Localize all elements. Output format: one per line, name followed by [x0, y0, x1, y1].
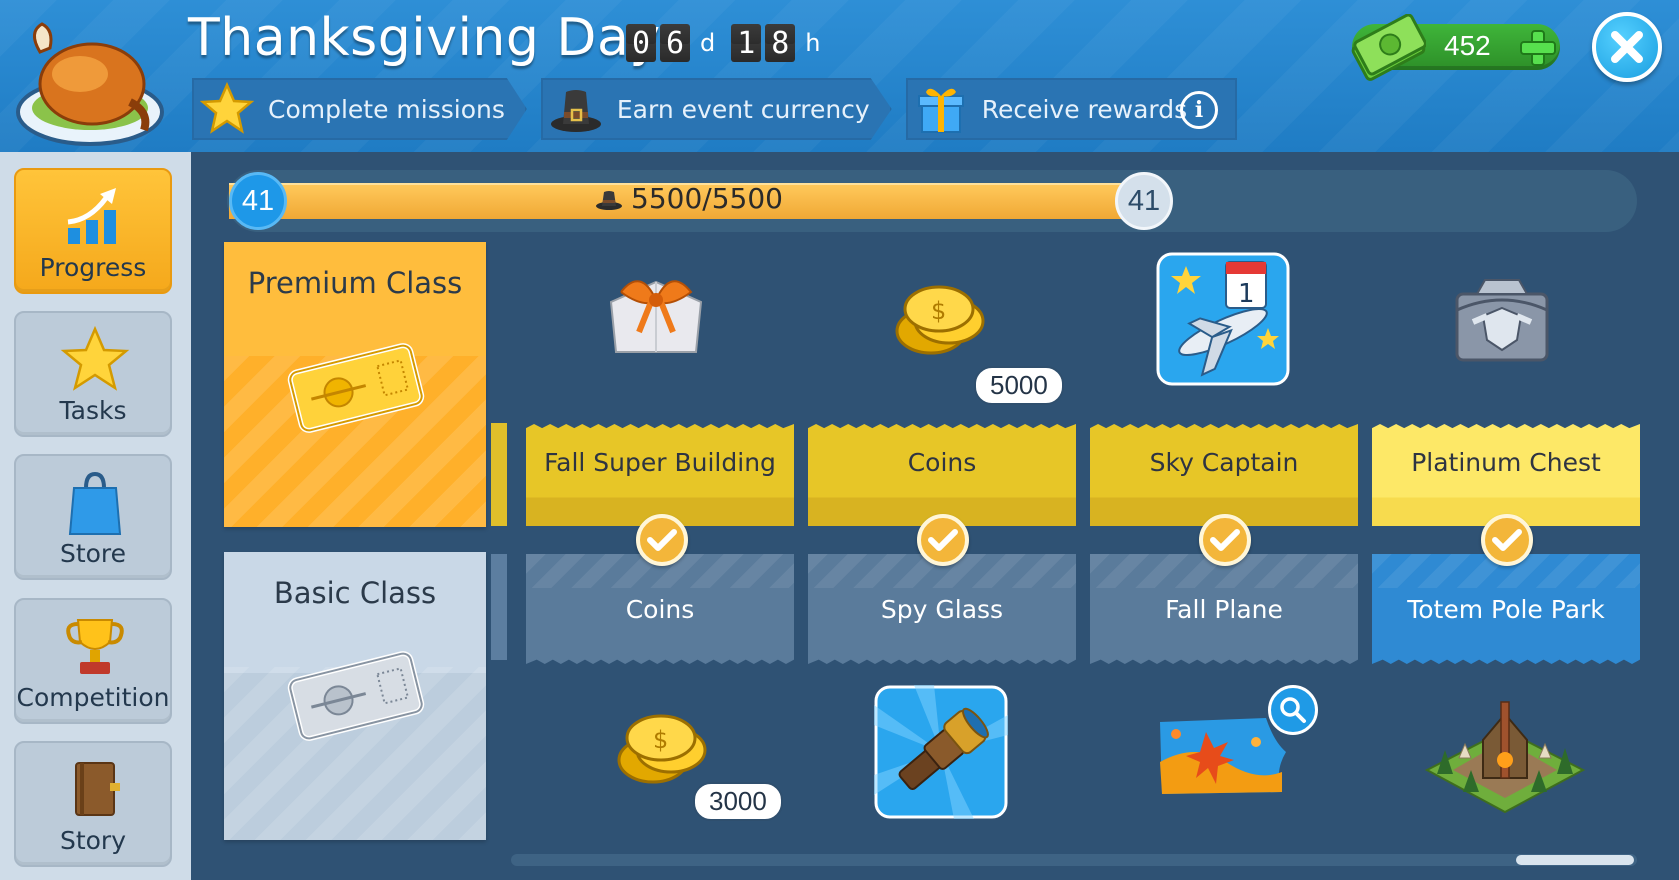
event-countdown-timer: 0 6 d 1 8 h — [626, 24, 832, 62]
step-label: Complete missions — [268, 94, 505, 124]
event-title: Thanksgiving Day — [188, 8, 661, 68]
current-level-badge: 41 — [229, 172, 287, 230]
sidebar-item-label: Progress — [39, 253, 147, 282]
platinum-chest-icon[interactable] — [1451, 270, 1553, 366]
sidebar-item-story[interactable]: Story — [14, 741, 172, 867]
previous-premium-tile-edge — [491, 423, 507, 526]
info-button[interactable]: i — [1180, 91, 1218, 129]
claimed-check-icon — [1481, 514, 1533, 566]
gold-ticket-icon — [287, 343, 425, 433]
next-level-badge: 41 — [1115, 172, 1173, 230]
basic-reward-label: Spy Glass — [808, 554, 1076, 664]
spyglass-icon[interactable] — [874, 685, 1008, 819]
pilgrim-hat-icon — [596, 190, 622, 210]
sidebar-item-competition[interactable]: Competition — [14, 598, 172, 724]
svg-text:$: $ — [931, 297, 946, 325]
timer-digit: 6 — [660, 24, 690, 62]
sidebar-item-label: Tasks — [59, 396, 127, 425]
basic-class-card[interactable]: Basic Class — [224, 552, 486, 840]
sidebar-item-label: Competition — [16, 683, 170, 712]
sidebar: Progress Tasks Store Competition Story — [0, 152, 191, 880]
fall-super-building-icon[interactable] — [601, 262, 711, 362]
horizontal-scrollbar-track[interactable] — [511, 854, 1637, 866]
claimed-check-icon — [917, 514, 969, 566]
step-earn-event-currency: Earn event currency — [540, 78, 892, 140]
totem-pole-park-icon[interactable] — [1423, 700, 1587, 818]
claimed-check-icon — [636, 514, 688, 566]
sidebar-item-label: Store — [59, 539, 127, 568]
horizontal-scrollbar-thumb[interactable] — [1516, 855, 1634, 865]
progress-chart-icon — [67, 188, 116, 244]
timer-digit: 1 — [731, 24, 762, 62]
premium-class-card[interactable]: Premium Class — [224, 242, 486, 527]
timer-digit: 0 — [626, 24, 656, 62]
timer-hours-unit: h — [805, 29, 821, 57]
claimed-check-icon — [1199, 514, 1251, 566]
svg-text:$: $ — [653, 726, 668, 754]
roast-turkey-icon — [16, 22, 164, 146]
book-icon — [75, 762, 120, 816]
cash-icon — [1351, 14, 1426, 81]
silver-ticket-icon — [287, 651, 425, 741]
basic-reward-label: Totem Pole Park — [1372, 554, 1640, 664]
fall-plane-skin-icon[interactable] — [1156, 712, 1290, 798]
coins-icon[interactable]: $ — [613, 710, 713, 790]
reward-track-panel: 41 41 5500/5500 Premium Class Basic Clas… — [191, 152, 1679, 880]
premium-reward-label: Platinum Chest — [1372, 424, 1640, 526]
event-steps: Complete missions Earn event currency Re… — [192, 78, 1251, 140]
gift-icon — [917, 88, 964, 133]
search-icon — [1280, 697, 1306, 723]
star-icon — [60, 325, 130, 391]
coins-icon[interactable]: $ — [891, 280, 991, 362]
premium-class-title: Premium Class — [247, 266, 463, 300]
shopping-bag-icon — [68, 471, 122, 535]
basic-reward-label: Fall Plane — [1090, 554, 1358, 664]
timer-digit: 8 — [765, 24, 796, 62]
reward-quantity-badge: 5000 — [974, 366, 1064, 405]
basic-class-title: Basic Class — [273, 576, 437, 610]
currency-value: 452 — [1444, 30, 1491, 61]
sky-captain-plane-icon[interactable]: 1 — [1156, 252, 1290, 386]
basic-reward-label: Coins — [526, 554, 794, 664]
sidebar-item-progress[interactable]: Progress — [14, 168, 172, 294]
progress-points-text: 5500/5500 — [631, 182, 783, 215]
sidebar-item-tasks[interactable]: Tasks — [14, 311, 172, 437]
preview-magnify-button[interactable] — [1268, 685, 1318, 735]
sidebar-item-store[interactable]: Store — [14, 454, 172, 580]
premium-reward-label: Coins — [808, 424, 1076, 526]
premium-reward-label: Sky Captain — [1090, 424, 1358, 526]
step-label: Earn event currency — [616, 94, 870, 124]
premium-reward-label: Fall Super Building — [526, 424, 794, 526]
event-header: Thanksgiving Day 0 6 d 1 8 h Complete mi… — [0, 0, 1679, 152]
trophy-icon — [66, 619, 124, 674]
progress-points: 5500/5500 — [595, 182, 783, 215]
pilgrim-hat-icon — [550, 90, 601, 132]
close-button[interactable] — [1592, 12, 1662, 82]
add-currency-button[interactable] — [1518, 28, 1558, 68]
step-label: Receive rewards — [981, 94, 1188, 124]
step-complete-missions: Complete missions — [192, 78, 527, 140]
close-icon — [1611, 31, 1643, 63]
svg-text:1: 1 — [1238, 279, 1255, 309]
timer-days-unit: d — [700, 29, 716, 57]
sidebar-item-label: Story — [59, 826, 127, 855]
star-icon — [200, 82, 254, 134]
reward-quantity-badge: 3000 — [693, 782, 783, 821]
previous-basic-tile-edge — [491, 554, 507, 660]
